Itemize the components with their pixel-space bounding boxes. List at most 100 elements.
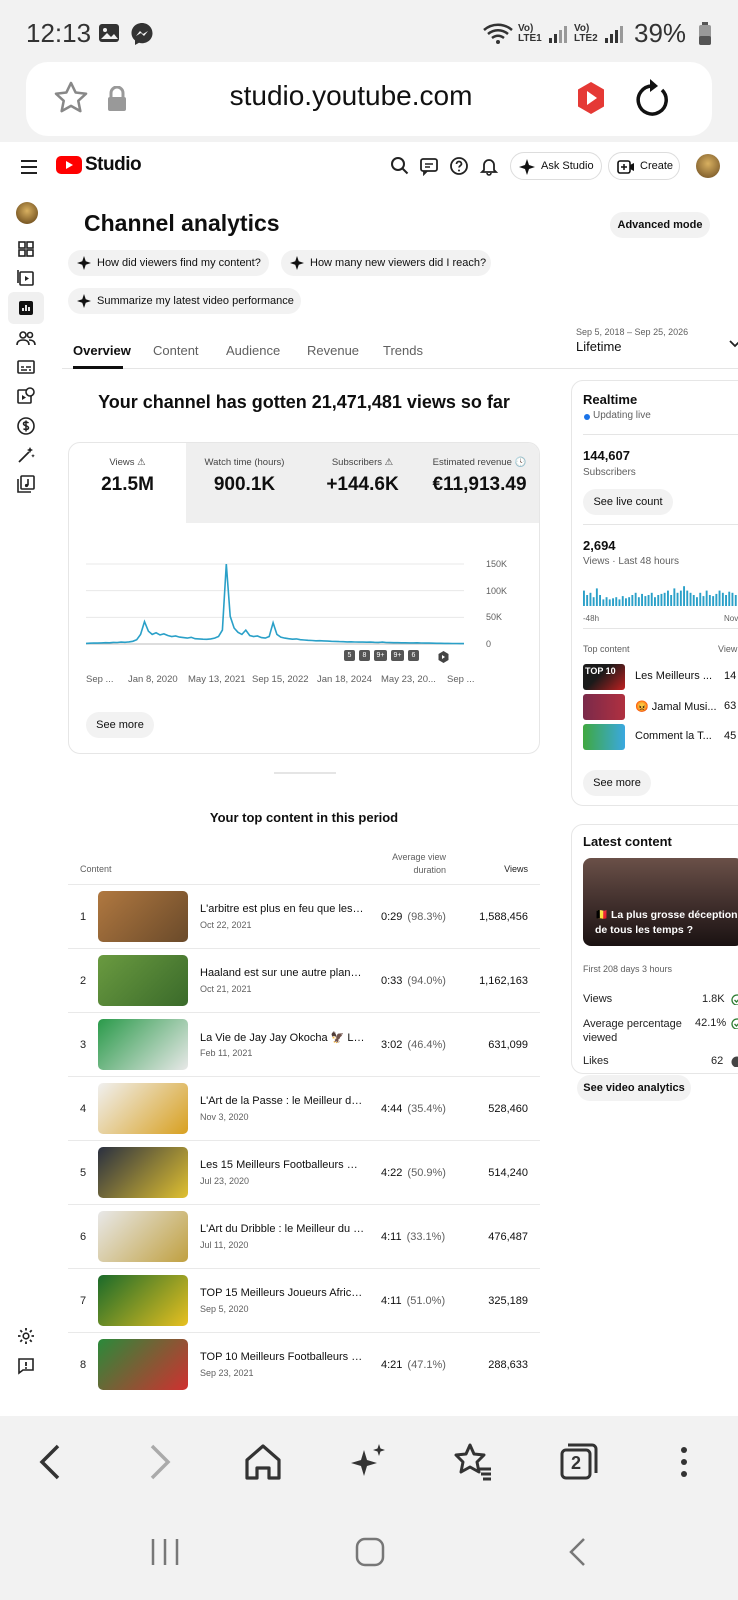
home-icon[interactable] [241,1440,285,1484]
video-thumbnail[interactable] [98,1019,188,1070]
video-date: Jul 11, 2020 [200,1240,249,1250]
account-avatar[interactable] [696,154,720,178]
customization-wand-icon[interactable] [16,445,38,467]
video-thumbnail[interactable] [98,1211,188,1262]
comments-icon[interactable] [419,156,439,177]
metric-watch-time[interactable]: Watch time (hours) 900.1K [186,443,303,523]
table-row[interactable]: 4 L'Art de la Passe : le Meilleur du ... N… [68,1076,540,1140]
tab-revenue[interactable]: Revenue [307,343,359,358]
tabs-icon[interactable]: 2 [556,1440,600,1484]
see-live-count-button[interactable]: See live count [583,489,673,515]
chip-summarize-latest[interactable]: Summarize my latest video performance [68,288,301,314]
realtime-top-item[interactable]: TOP 10 Les Meilleurs ... 14 [583,664,738,690]
metric-subscribers[interactable]: Subscribers ⚠ +144.6K [304,443,421,523]
metric-views[interactable]: Views ⚠ 21.5M [69,443,186,523]
reload-icon[interactable] [632,76,672,120]
dashboard-icon[interactable] [16,239,38,261]
period-selector[interactable]: Lifetime [576,339,622,354]
video-thumbnail[interactable] [98,891,188,942]
realtime-bar [589,592,592,606]
marker-badge[interactable]: 6 [408,650,419,661]
audio-library-icon[interactable] [16,474,38,496]
marker-badge[interactable]: 5 [344,650,355,661]
video-thumbnail[interactable] [98,1083,188,1134]
feedback-icon[interactable] [16,1356,38,1378]
notifications-bell-icon[interactable] [479,156,499,176]
latest-video-thumbnail[interactable]: 🇧🇪 La plus grosse déception de tous les … [583,858,738,946]
tab-content[interactable]: Content [153,343,199,358]
realtime-bar [683,586,685,606]
video-thumbnail[interactable] [98,1275,188,1326]
create-button[interactable]: Create [608,152,680,180]
back-arrow-icon[interactable] [30,1440,74,1484]
back-button-icon[interactable] [566,1536,590,1568]
search-icon[interactable] [390,156,410,176]
metric-revenue[interactable]: Estimated revenue 🕓 €11,913.49 [421,443,538,523]
table-row[interactable]: 1 L'arbitre est plus en feu que les s... O… [68,884,540,948]
see-more-button[interactable]: See more [86,712,154,738]
latest-stat-value: 42.1% [695,1017,727,1029]
analytics-icon[interactable] [16,298,38,320]
url-text[interactable]: studio.youtube.com [196,80,506,112]
table-row[interactable]: 8 TOP 10 Meilleurs Footballeurs C... Sep 2… [68,1332,540,1396]
realtime-bar [628,597,631,606]
tab-trends[interactable]: Trends [383,343,423,358]
home-button-icon[interactable] [354,1536,386,1568]
recent-apps-icon[interactable] [148,1536,182,1573]
chip-new-viewers-question[interactable]: How many new viewers did I reach? [281,250,491,276]
video-title[interactable]: La Vie de Jay Jay Okocha 🦅 La ... [200,1031,365,1044]
content-icon[interactable] [16,268,38,290]
bookmarks-icon[interactable] [451,1440,495,1484]
table-row[interactable]: 5 Les 15 Meilleurs Footballeurs Bré... Jul… [68,1140,540,1204]
video-title[interactable]: TOP 10 Meilleurs Footballeurs C... [200,1351,365,1363]
video-title[interactable]: L'arbitre est plus en feu que les s... [200,903,365,915]
video-title[interactable]: TOP 15 Meilleurs Joueurs Africai... [200,1287,365,1299]
ai-sparkle-icon[interactable] [346,1440,390,1484]
chevron-down-icon[interactable] [728,336,738,348]
table-row[interactable]: 6 L'Art du Dribble : le Meilleur du Fo...… [68,1204,540,1268]
help-icon[interactable] [449,156,469,176]
realtime-see-more-button[interactable]: See more [583,770,651,796]
more-options-icon[interactable] [662,1440,706,1484]
tab-audience[interactable]: Audience [226,343,280,358]
earn-dollar-icon[interactable] [16,416,38,438]
table-row[interactable]: 3 La Vie de Jay Jay Okocha 🦅 La ... Feb 11… [68,1012,540,1076]
marker-badge[interactable]: 9+ [391,650,404,661]
video-title[interactable]: L'Art de la Passe : le Meilleur du ... [200,1095,365,1107]
youtube-logo-icon[interactable] [56,156,82,174]
shorts-marker-icon[interactable] [438,650,449,663]
table-row[interactable]: 2 Haaland est sur une autre planèt... Oct … [68,948,540,1012]
x-tick-label: Sep ... [447,674,475,685]
chip-traffic-question[interactable]: How did viewers find my content? [68,250,269,276]
video-thumbnail[interactable] [98,955,188,1006]
realtime-bar [647,595,650,606]
ask-studio-button[interactable]: Ask Studio [510,152,602,180]
advanced-mode-button[interactable]: Advanced mode [610,212,710,238]
channel-avatar[interactable] [16,202,38,224]
video-thumbnail[interactable] [98,1147,188,1198]
shorts-extension-icon[interactable] [574,80,608,116]
menu-icon[interactable] [20,160,38,174]
forward-arrow-icon[interactable] [136,1440,180,1484]
marker-badge[interactable]: 9+ [374,650,387,661]
video-title[interactable]: L'Art du Dribble : le Meilleur du Fo... [200,1223,365,1235]
row-rank: 2 [80,975,87,987]
video-thumbnail[interactable] [98,1339,188,1390]
copyright-icon[interactable] [16,386,38,408]
video-title[interactable]: Haaland est sur une autre planèt... [200,967,365,979]
realtime-top-item[interactable]: Comment la T... 45 [583,724,738,750]
subtitles-icon[interactable] [16,357,38,379]
realtime-top-item[interactable]: 😡 Jamal Musi... 63 [583,694,738,720]
table-row[interactable]: 7 TOP 15 Meilleurs Joueurs Africai... Sep … [68,1268,540,1332]
marker-badge[interactable]: 8 [359,650,370,661]
duration-value: 0:29 [381,911,403,923]
video-title[interactable]: Les 15 Meilleurs Footballeurs Bré... [200,1159,365,1171]
ask-studio-label: Ask Studio [541,160,594,172]
bookmark-star-icon[interactable] [52,79,90,117]
tab-overview[interactable]: Overview [73,343,131,358]
community-icon[interactable] [16,328,38,350]
see-video-analytics-button[interactable]: See video analytics [577,1075,691,1101]
settings-gear-icon[interactable] [16,1326,38,1348]
realtime-top-content-label: Top content [583,644,630,654]
duration-value: 0:33 [381,975,403,987]
